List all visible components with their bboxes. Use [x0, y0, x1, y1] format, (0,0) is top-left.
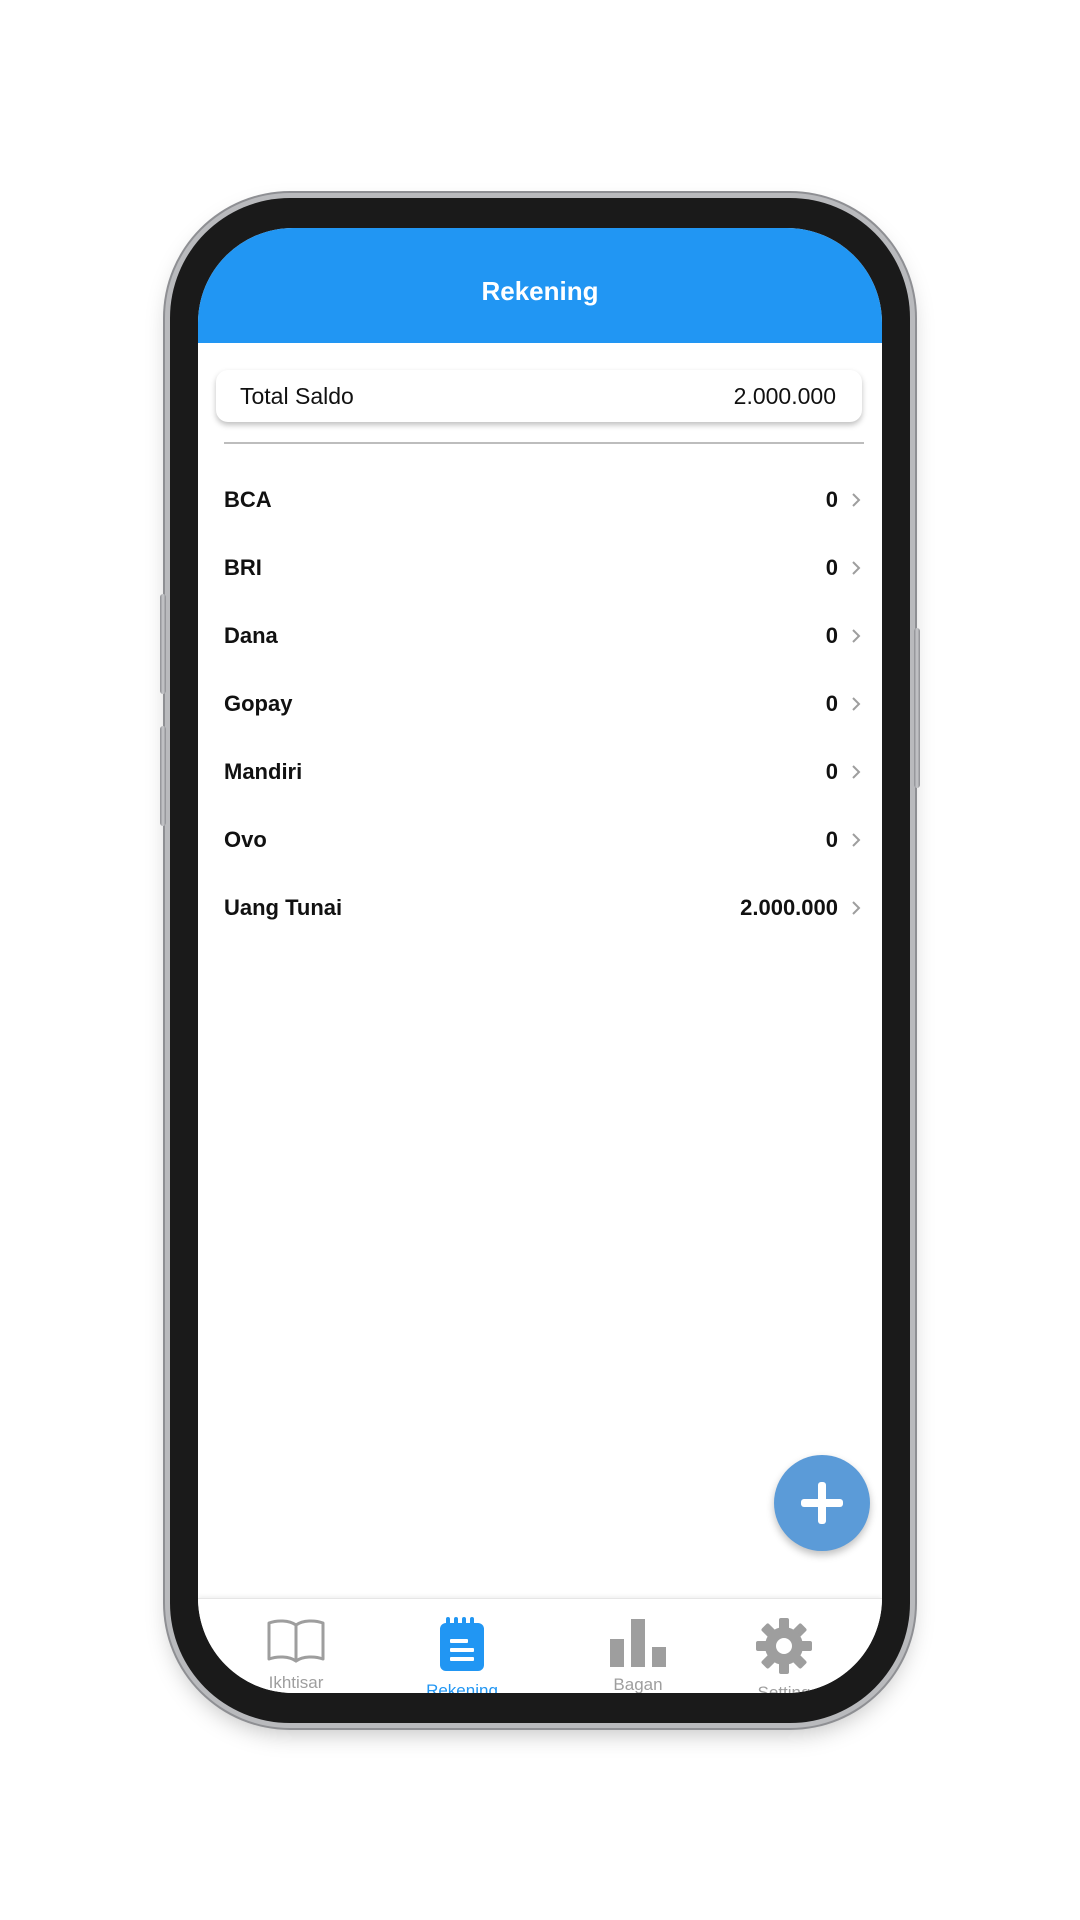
account-name: Mandiri — [224, 759, 303, 784]
account-row-mandiri[interactable]: Mandiri 0 — [224, 738, 866, 806]
gear-icon — [756, 1618, 812, 1674]
app-screen: Rekening Total Saldo 2.000.000 BCA 0 BRI… — [198, 228, 882, 1693]
account-row-gopay[interactable]: Gopay 0 — [224, 670, 866, 738]
chevron-right-icon — [852, 697, 861, 711]
divider — [224, 442, 864, 444]
nav-item-bagan[interactable]: Bagan — [578, 1617, 698, 1693]
total-balance-label: Total Saldo — [240, 382, 354, 409]
account-list: BCA 0 BRI 0 Dana 0 Gopay 0 Mandiri 0 Ovo… — [224, 466, 866, 942]
bar-chart-icon — [610, 1619, 666, 1667]
plus-icon — [801, 1482, 843, 1524]
add-account-button[interactable] — [774, 1455, 870, 1551]
power-button — [914, 628, 920, 788]
account-row-bca[interactable]: BCA 0 — [224, 466, 866, 534]
account-balance: 2.000.000 — [740, 895, 838, 920]
page-title: Rekening — [481, 276, 599, 306]
nav-label: Rekening — [426, 1681, 498, 1693]
nav-label: Ikhtisar — [268, 1673, 324, 1692]
account-name: Dana — [224, 623, 278, 648]
chevron-right-icon — [852, 629, 861, 643]
bottom-navigation: Ikhtisar Rekening Bagan Setting — [198, 1598, 882, 1693]
nav-item-rekening[interactable]: Rekening — [402, 1617, 522, 1693]
chevron-right-icon — [852, 901, 861, 915]
phone-frame: Rekening Total Saldo 2.000.000 BCA 0 BRI… — [160, 198, 920, 1723]
account-name: Gopay — [224, 691, 293, 716]
chevron-right-icon — [852, 493, 861, 507]
nav-item-ikhtisar[interactable]: Ikhtisar — [236, 1617, 356, 1693]
account-name: BRI — [224, 555, 262, 580]
app-bar: Rekening — [198, 228, 882, 343]
account-balance: 0 — [825, 487, 838, 512]
account-name: Ovo — [224, 827, 267, 852]
account-row-dana[interactable]: Dana 0 — [224, 602, 866, 670]
account-balance: 0 — [825, 827, 838, 852]
account-balance: 0 — [825, 691, 838, 716]
notepad-icon — [440, 1617, 484, 1671]
chevron-right-icon — [852, 561, 861, 575]
account-row-uang-tunai[interactable]: Uang Tunai 2.000.000 — [224, 874, 866, 942]
nav-item-setting[interactable]: Setting — [724, 1617, 844, 1693]
nav-label: Bagan — [613, 1675, 663, 1693]
account-name: BCA — [224, 487, 272, 512]
total-balance-value: 2.000.000 — [733, 382, 836, 409]
volume-up-button — [160, 594, 166, 694]
nav-label: Setting — [757, 1683, 811, 1693]
account-balance: 0 — [825, 623, 838, 648]
account-row-ovo[interactable]: Ovo 0 — [224, 806, 866, 874]
total-balance-card: Total Saldo 2.000.000 — [216, 370, 862, 422]
account-name: Uang Tunai — [224, 895, 343, 920]
volume-down-button — [160, 726, 166, 826]
account-balance: 0 — [825, 759, 838, 784]
account-row-bri[interactable]: BRI 0 — [224, 534, 866, 602]
chevron-right-icon — [852, 833, 861, 847]
book-icon — [267, 1619, 325, 1663]
account-balance: 0 — [825, 555, 838, 580]
chevron-right-icon — [852, 765, 861, 779]
